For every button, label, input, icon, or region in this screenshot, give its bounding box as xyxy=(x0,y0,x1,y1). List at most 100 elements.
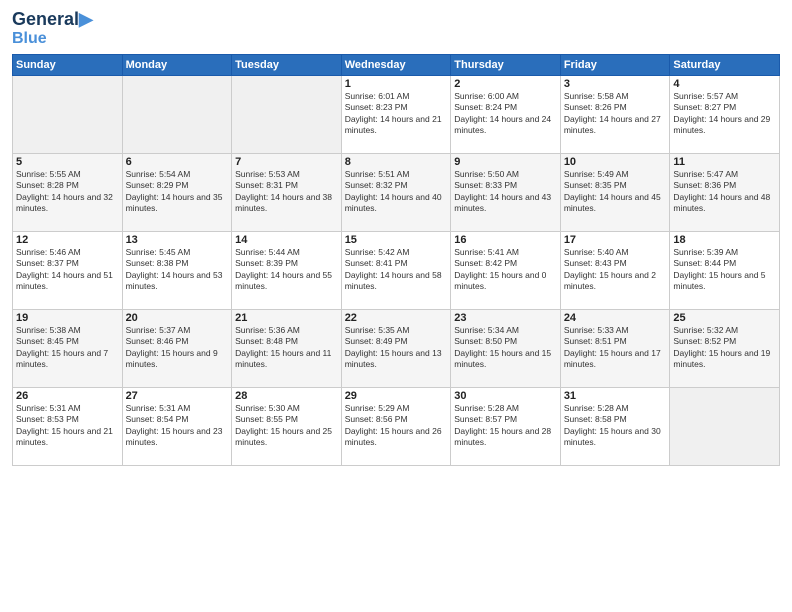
calendar-cell: 19Sunrise: 5:38 AMSunset: 8:45 PMDayligh… xyxy=(13,309,123,387)
calendar-cell: 26Sunrise: 5:31 AMSunset: 8:53 PMDayligh… xyxy=(13,387,123,465)
day-number: 9 xyxy=(454,156,557,168)
day-number: 18 xyxy=(673,234,776,246)
day-number: 5 xyxy=(16,156,119,168)
day-info: Sunrise: 6:00 AMSunset: 8:24 PMDaylight:… xyxy=(454,91,557,137)
calendar-cell: 9Sunrise: 5:50 AMSunset: 8:33 PMDaylight… xyxy=(451,153,561,231)
day-info: Sunrise: 5:30 AMSunset: 8:55 PMDaylight:… xyxy=(235,403,338,449)
day-number: 17 xyxy=(564,234,667,246)
day-info: Sunrise: 5:31 AMSunset: 8:53 PMDaylight:… xyxy=(16,403,119,449)
day-info: Sunrise: 5:34 AMSunset: 8:50 PMDaylight:… xyxy=(454,325,557,371)
weekday-friday: Friday xyxy=(560,54,670,75)
day-info: Sunrise: 5:54 AMSunset: 8:29 PMDaylight:… xyxy=(126,169,229,215)
calendar-cell: 20Sunrise: 5:37 AMSunset: 8:46 PMDayligh… xyxy=(122,309,232,387)
calendar-cell: 24Sunrise: 5:33 AMSunset: 8:51 PMDayligh… xyxy=(560,309,670,387)
day-number: 27 xyxy=(126,390,229,402)
calendar-cell: 3Sunrise: 5:58 AMSunset: 8:26 PMDaylight… xyxy=(560,75,670,153)
calendar-row: 26Sunrise: 5:31 AMSunset: 8:53 PMDayligh… xyxy=(13,387,780,465)
calendar-row: 5Sunrise: 5:55 AMSunset: 8:28 PMDaylight… xyxy=(13,153,780,231)
calendar-cell: 22Sunrise: 5:35 AMSunset: 8:49 PMDayligh… xyxy=(341,309,451,387)
day-info: Sunrise: 5:40 AMSunset: 8:43 PMDaylight:… xyxy=(564,247,667,293)
calendar-page: General▶ Blue SundayMondayTuesdayWednesd… xyxy=(0,0,792,612)
day-info: Sunrise: 5:36 AMSunset: 8:48 PMDaylight:… xyxy=(235,325,338,371)
day-info: Sunrise: 5:39 AMSunset: 8:44 PMDaylight:… xyxy=(673,247,776,293)
day-info: Sunrise: 5:46 AMSunset: 8:37 PMDaylight:… xyxy=(16,247,119,293)
calendar-cell: 6Sunrise: 5:54 AMSunset: 8:29 PMDaylight… xyxy=(122,153,232,231)
day-info: Sunrise: 5:38 AMSunset: 8:45 PMDaylight:… xyxy=(16,325,119,371)
day-number: 12 xyxy=(16,234,119,246)
day-number: 16 xyxy=(454,234,557,246)
day-info: Sunrise: 5:50 AMSunset: 8:33 PMDaylight:… xyxy=(454,169,557,215)
calendar-cell: 29Sunrise: 5:29 AMSunset: 8:56 PMDayligh… xyxy=(341,387,451,465)
calendar-cell xyxy=(232,75,342,153)
day-number: 23 xyxy=(454,312,557,324)
day-info: Sunrise: 5:58 AMSunset: 8:26 PMDaylight:… xyxy=(564,91,667,137)
calendar-cell: 15Sunrise: 5:42 AMSunset: 8:41 PMDayligh… xyxy=(341,231,451,309)
day-info: Sunrise: 5:35 AMSunset: 8:49 PMDaylight:… xyxy=(345,325,448,371)
calendar-cell: 21Sunrise: 5:36 AMSunset: 8:48 PMDayligh… xyxy=(232,309,342,387)
day-number: 14 xyxy=(235,234,338,246)
weekday-tuesday: Tuesday xyxy=(232,54,342,75)
logo-blue: Blue xyxy=(12,30,47,47)
day-info: Sunrise: 5:33 AMSunset: 8:51 PMDaylight:… xyxy=(564,325,667,371)
day-info: Sunrise: 5:42 AMSunset: 8:41 PMDaylight:… xyxy=(345,247,448,293)
day-info: Sunrise: 5:44 AMSunset: 8:39 PMDaylight:… xyxy=(235,247,338,293)
day-info: Sunrise: 5:41 AMSunset: 8:42 PMDaylight:… xyxy=(454,247,557,293)
calendar-cell: 14Sunrise: 5:44 AMSunset: 8:39 PMDayligh… xyxy=(232,231,342,309)
day-info: Sunrise: 5:49 AMSunset: 8:35 PMDaylight:… xyxy=(564,169,667,215)
day-number: 29 xyxy=(345,390,448,402)
day-number: 19 xyxy=(16,312,119,324)
day-info: Sunrise: 5:37 AMSunset: 8:46 PMDaylight:… xyxy=(126,325,229,371)
day-number: 25 xyxy=(673,312,776,324)
calendar-cell: 12Sunrise: 5:46 AMSunset: 8:37 PMDayligh… xyxy=(13,231,123,309)
day-number: 7 xyxy=(235,156,338,168)
day-number: 21 xyxy=(235,312,338,324)
calendar-row: 12Sunrise: 5:46 AMSunset: 8:37 PMDayligh… xyxy=(13,231,780,309)
day-number: 24 xyxy=(564,312,667,324)
logo-text: General▶ xyxy=(12,10,93,30)
calendar-cell xyxy=(670,387,780,465)
logo: General▶ Blue xyxy=(12,10,93,48)
day-number: 20 xyxy=(126,312,229,324)
day-info: Sunrise: 5:28 AMSunset: 8:57 PMDaylight:… xyxy=(454,403,557,449)
calendar-cell: 4Sunrise: 5:57 AMSunset: 8:27 PMDaylight… xyxy=(670,75,780,153)
calendar-cell: 16Sunrise: 5:41 AMSunset: 8:42 PMDayligh… xyxy=(451,231,561,309)
day-info: Sunrise: 5:45 AMSunset: 8:38 PMDaylight:… xyxy=(126,247,229,293)
calendar-cell: 10Sunrise: 5:49 AMSunset: 8:35 PMDayligh… xyxy=(560,153,670,231)
calendar-cell: 13Sunrise: 5:45 AMSunset: 8:38 PMDayligh… xyxy=(122,231,232,309)
weekday-saturday: Saturday xyxy=(670,54,780,75)
day-number: 1 xyxy=(345,78,448,90)
weekday-header-row: SundayMondayTuesdayWednesdayThursdayFrid… xyxy=(13,54,780,75)
day-number: 30 xyxy=(454,390,557,402)
day-number: 31 xyxy=(564,390,667,402)
day-info: Sunrise: 5:57 AMSunset: 8:27 PMDaylight:… xyxy=(673,91,776,137)
day-info: Sunrise: 5:51 AMSunset: 8:32 PMDaylight:… xyxy=(345,169,448,215)
calendar-cell: 2Sunrise: 6:00 AMSunset: 8:24 PMDaylight… xyxy=(451,75,561,153)
calendar-cell: 5Sunrise: 5:55 AMSunset: 8:28 PMDaylight… xyxy=(13,153,123,231)
day-info: Sunrise: 5:31 AMSunset: 8:54 PMDaylight:… xyxy=(126,403,229,449)
day-info: Sunrise: 5:32 AMSunset: 8:52 PMDaylight:… xyxy=(673,325,776,371)
day-number: 6 xyxy=(126,156,229,168)
weekday-monday: Monday xyxy=(122,54,232,75)
day-number: 2 xyxy=(454,78,557,90)
day-number: 4 xyxy=(673,78,776,90)
calendar-table: SundayMondayTuesdayWednesdayThursdayFrid… xyxy=(12,54,780,466)
day-info: Sunrise: 5:28 AMSunset: 8:58 PMDaylight:… xyxy=(564,403,667,449)
day-number: 11 xyxy=(673,156,776,168)
calendar-cell: 23Sunrise: 5:34 AMSunset: 8:50 PMDayligh… xyxy=(451,309,561,387)
calendar-cell: 1Sunrise: 6:01 AMSunset: 8:23 PMDaylight… xyxy=(341,75,451,153)
day-info: Sunrise: 5:53 AMSunset: 8:31 PMDaylight:… xyxy=(235,169,338,215)
calendar-row: 1Sunrise: 6:01 AMSunset: 8:23 PMDaylight… xyxy=(13,75,780,153)
weekday-sunday: Sunday xyxy=(13,54,123,75)
weekday-thursday: Thursday xyxy=(451,54,561,75)
calendar-cell: 7Sunrise: 5:53 AMSunset: 8:31 PMDaylight… xyxy=(232,153,342,231)
day-number: 3 xyxy=(564,78,667,90)
page-header: General▶ Blue xyxy=(12,10,780,48)
calendar-cell xyxy=(13,75,123,153)
calendar-cell: 18Sunrise: 5:39 AMSunset: 8:44 PMDayligh… xyxy=(670,231,780,309)
calendar-cell: 17Sunrise: 5:40 AMSunset: 8:43 PMDayligh… xyxy=(560,231,670,309)
day-number: 13 xyxy=(126,234,229,246)
day-number: 26 xyxy=(16,390,119,402)
calendar-cell: 28Sunrise: 5:30 AMSunset: 8:55 PMDayligh… xyxy=(232,387,342,465)
calendar-cell: 27Sunrise: 5:31 AMSunset: 8:54 PMDayligh… xyxy=(122,387,232,465)
calendar-row: 19Sunrise: 5:38 AMSunset: 8:45 PMDayligh… xyxy=(13,309,780,387)
